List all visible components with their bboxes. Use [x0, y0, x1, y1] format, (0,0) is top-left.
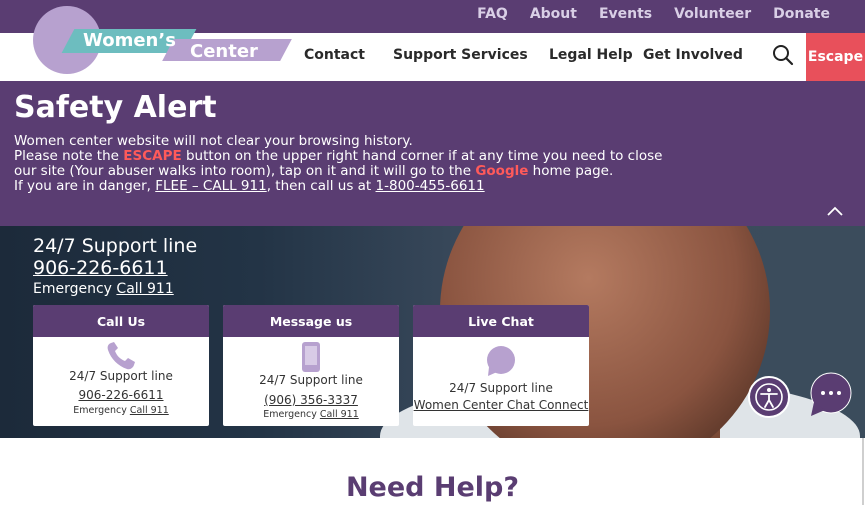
events-link[interactable]: Events — [599, 6, 652, 22]
call-us-911-link[interactable]: Call 911 — [130, 405, 169, 416]
call-us-phone-link[interactable]: 906-226-6611 — [33, 388, 209, 402]
message-us-911-link[interactable]: Call 911 — [320, 409, 359, 420]
escape-button[interactable]: Escape — [806, 33, 865, 81]
hotline-phone-link[interactable]: 1-800-455-6611 — [376, 178, 485, 194]
accessibility-button[interactable] — [748, 376, 790, 418]
message-us-card[interactable]: Message us 24/7 Support line (906) 356-3… — [223, 305, 399, 426]
hero-call-911-link[interactable]: Call 911 — [116, 281, 173, 297]
call-us-emergency-label: Emergency — [73, 405, 130, 416]
google-word: Google — [475, 163, 529, 179]
search-icon[interactable] — [772, 44, 794, 66]
flee-call-911-link[interactable]: FLEE – CALL 911 — [155, 178, 266, 194]
live-chat-card[interactable]: Live Chat 24/7 Support line Women Center… — [413, 305, 589, 426]
escape-word: ESCAPE — [123, 148, 182, 164]
alert-line-4b: , then call us at — [266, 178, 376, 194]
nav-contact[interactable]: Contact — [304, 47, 365, 63]
donate-link[interactable]: Donate — [773, 6, 830, 22]
alert-line-3a: our site (Your abuser walks into room), … — [14, 163, 476, 179]
logo-text-center: Center — [190, 41, 258, 62]
chat-icon[interactable] — [808, 372, 854, 418]
alert-line-4a: If you are in danger, — [14, 178, 156, 194]
message-us-phone-link[interactable]: (906) 356-3337 — [223, 393, 399, 407]
message-us-line: 24/7 Support line — [259, 373, 363, 387]
live-chat-connect-link[interactable]: Women Center Chat Connect — [413, 398, 589, 412]
live-chat-line: 24/7 Support line — [449, 381, 553, 395]
message-us-emergency-label: Emergency — [263, 409, 320, 420]
chat-bubble-icon — [487, 346, 515, 376]
nav-get-involved[interactable]: Get Involved — [643, 47, 743, 63]
phone-icon — [107, 342, 135, 370]
alert-line-3b: home page. — [528, 163, 614, 179]
hero-support-phone[interactable]: 906-226-6611 — [33, 257, 197, 279]
hero-support-info: 24/7 Support line 906-226-6611 Emergency… — [33, 235, 197, 299]
alert-line-2a: Please note the — [14, 148, 124, 164]
alert-line-2b: button on the upper right hand corner if… — [181, 148, 663, 164]
chevron-up-icon[interactable] — [827, 206, 843, 216]
call-us-title: Call Us — [33, 305, 209, 337]
nav-support-services[interactable]: Support Services — [393, 47, 528, 63]
live-chat-title: Live Chat — [413, 305, 589, 337]
alert-body: Women center website will not clear your… — [14, 134, 664, 194]
about-link[interactable]: About — [530, 6, 577, 22]
need-help-heading: Need Help? — [345, 472, 520, 503]
scroll-edge-divider — [862, 438, 864, 505]
call-us-line: 24/7 Support line — [69, 369, 173, 383]
logo-text-womens: Women’s — [83, 30, 176, 51]
hero-support-title: 24/7 Support line — [33, 235, 198, 257]
faq-link[interactable]: FAQ — [477, 6, 508, 22]
volunteer-link[interactable]: Volunteer — [674, 6, 751, 22]
message-us-title: Message us — [223, 305, 399, 337]
safety-alert: Safety Alert Women center website will n… — [0, 81, 865, 226]
utility-links: FAQ About Events Volunteer Donate — [477, 6, 830, 22]
call-us-card[interactable]: Call Us 24/7 Support line 906-226-6611 E… — [33, 305, 209, 426]
mobile-icon — [302, 342, 320, 372]
nav-legal-help[interactable]: Legal Help — [549, 47, 633, 63]
alert-line-1: Women center website will not clear your… — [14, 133, 413, 149]
accessibility-icon — [755, 383, 783, 411]
alert-title: Safety Alert — [14, 90, 217, 125]
hero-banner: 24/7 Support line 906-226-6611 Emergency… — [0, 226, 865, 438]
hero-emergency-label: Emergency — [33, 281, 117, 297]
